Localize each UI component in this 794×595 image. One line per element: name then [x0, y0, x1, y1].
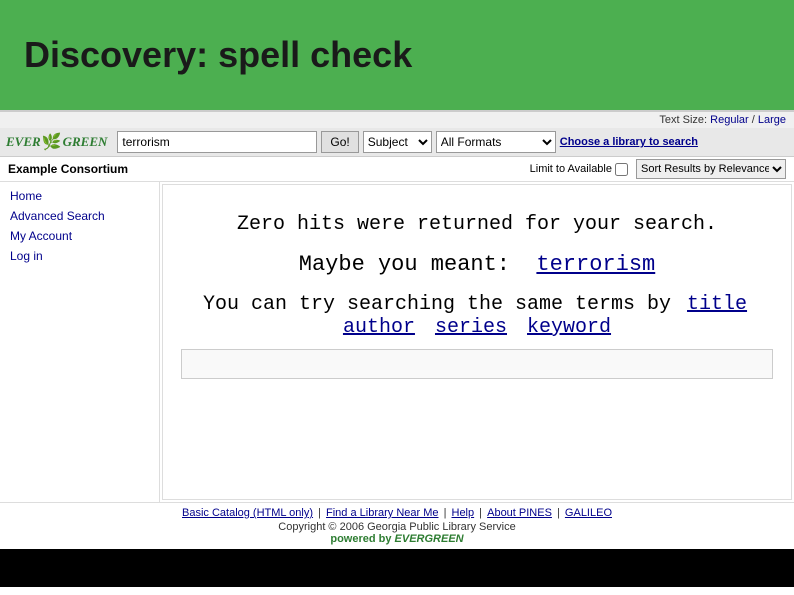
- footer-brand: EVERGREEN: [395, 533, 464, 545]
- limit-available-label: Limit to Available: [530, 163, 612, 175]
- footer-find-library-link[interactable]: Find a Library Near Me: [326, 507, 439, 519]
- footer-help-link[interactable]: Help: [452, 507, 475, 519]
- slide-title: Discovery: spell check: [24, 34, 412, 76]
- try-author-link[interactable]: author: [343, 316, 415, 339]
- go-button[interactable]: Go!: [321, 131, 358, 153]
- try-searching-prefix: You can try searching the same terms by: [203, 293, 671, 316]
- try-keyword-link[interactable]: keyword: [527, 316, 611, 339]
- sidebar-item-my-account[interactable]: My Account: [0, 226, 159, 246]
- limit-available-checkbox[interactable]: [615, 163, 628, 176]
- sidebar-item-log-in[interactable]: Log in: [0, 246, 159, 266]
- black-bar: [0, 549, 794, 587]
- library-name: Example Consortium: [8, 162, 530, 176]
- footer-galileo-link[interactable]: GALILEO: [565, 507, 612, 519]
- logo-leaf-icon: 🌿: [42, 132, 62, 152]
- text-size-label: Text Size:: [659, 114, 707, 126]
- logo-ever: EVER: [6, 134, 41, 150]
- footer-copyright: Copyright © 2006 Georgia Public Library …: [4, 521, 790, 533]
- results-box: [181, 349, 773, 379]
- text-size-slash: /: [752, 114, 755, 126]
- maybe-meant-link[interactable]: terrorism: [536, 252, 655, 277]
- sidebar: Home Advanced Search My Account Log in: [0, 182, 160, 502]
- search-input[interactable]: [117, 131, 317, 153]
- maybe-meant-row: Maybe you meant: terrorism: [179, 252, 775, 277]
- zero-hits-message: Zero hits were returned for your search.: [179, 213, 775, 236]
- footer-basic-catalog-link[interactable]: Basic Catalog (HTML only): [182, 507, 313, 519]
- page-footer: Basic Catalog (HTML only) | Find a Libra…: [0, 502, 794, 549]
- search-bar-row: EVER 🌿 GREEN Go! Subject Title Author Ke…: [0, 128, 794, 157]
- sidebar-item-home[interactable]: Home: [0, 186, 159, 206]
- main-layout: Home Advanced Search My Account Log in Z…: [0, 182, 794, 502]
- limit-available-container: Limit to Available: [530, 163, 628, 176]
- text-size-regular-link[interactable]: Regular: [710, 114, 749, 126]
- footer-links: Basic Catalog (HTML only) | Find a Libra…: [4, 507, 790, 519]
- sort-select[interactable]: Sort Results by Relevance: [636, 159, 786, 179]
- footer-powered-label: powered by: [330, 533, 391, 545]
- library-row: Example Consortium Limit to Available So…: [0, 157, 794, 182]
- maybe-meant-prefix: Maybe you meant:: [299, 252, 510, 277]
- try-title-link[interactable]: title: [687, 293, 747, 316]
- try-searching-row: You can try searching the same terms by …: [179, 293, 775, 339]
- content-area: Zero hits were returned for your search.…: [162, 184, 792, 500]
- footer-powered: powered by EVERGREEN: [4, 533, 790, 545]
- search-type-select[interactable]: Subject Title Author Keyword: [363, 131, 432, 153]
- footer-about-pines-link[interactable]: About PINES: [487, 507, 552, 519]
- top-bar: Text Size: Regular / Large: [0, 112, 794, 128]
- text-size-large-link[interactable]: Large: [758, 114, 786, 126]
- logo-green: GREEN: [63, 134, 108, 150]
- sidebar-item-advanced-search[interactable]: Advanced Search: [0, 206, 159, 226]
- slide-header: Discovery: spell check: [0, 0, 794, 110]
- try-series-link[interactable]: series: [435, 316, 507, 339]
- choose-library-link[interactable]: Choose a library to search: [560, 136, 698, 148]
- browser-area: Text Size: Regular / Large EVER 🌿 GREEN …: [0, 110, 794, 182]
- format-select[interactable]: All Formats: [436, 131, 556, 153]
- evergreen-logo: EVER 🌿 GREEN: [6, 132, 107, 152]
